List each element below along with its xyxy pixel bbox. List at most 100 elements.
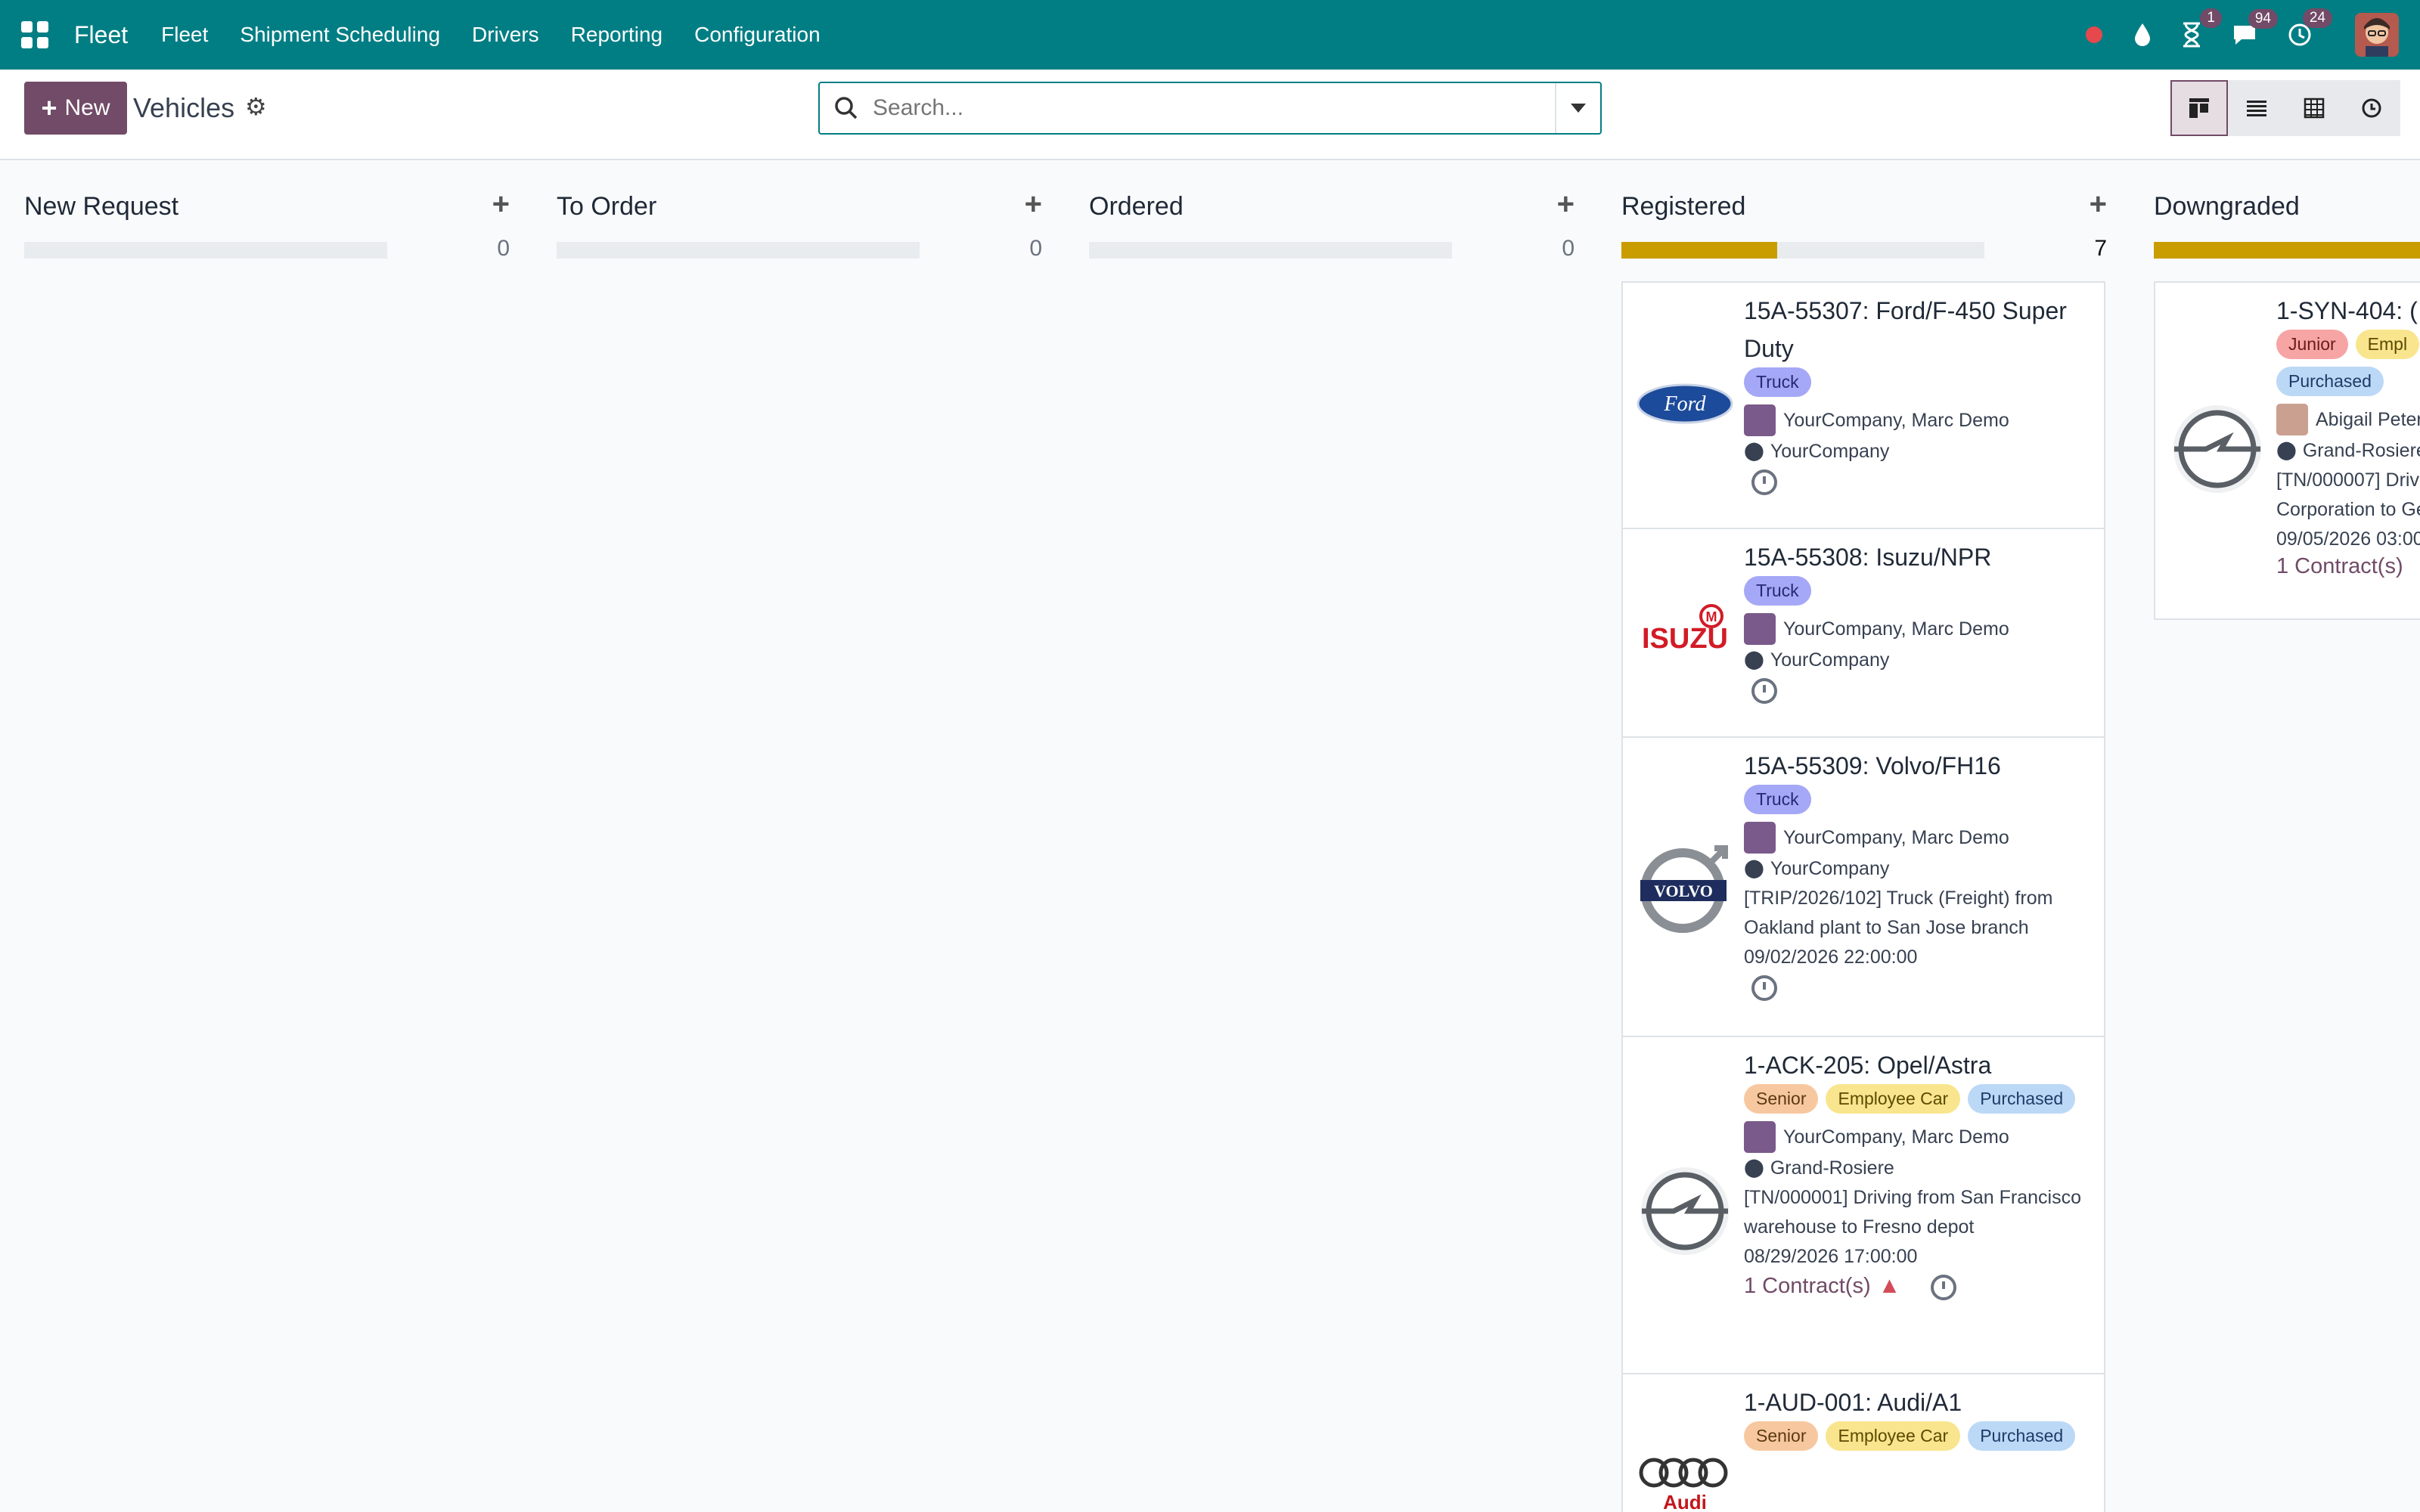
- apps-menu-icon[interactable]: [21, 21, 48, 48]
- card-driver: Abigail Peter: [2276, 404, 2420, 435]
- card-title: 1-AUD-001: Audi/A1: [1744, 1389, 1962, 1416]
- kanban-view-button[interactable]: [2170, 80, 2228, 136]
- menu-shipment-scheduling[interactable]: Shipment Scheduling: [240, 23, 440, 47]
- activity-clock-icon[interactable]: [1931, 1275, 1957, 1300]
- add-plus-icon[interactable]: +: [2090, 187, 2107, 222]
- driver-avatar: [1744, 613, 1776, 645]
- activity-view-button[interactable]: [2343, 80, 2400, 136]
- card-tags: Senior Employee Car Purchased: [1744, 1084, 2096, 1121]
- contracts-link[interactable]: 1 Contract(s) ▲: [1744, 1272, 2096, 1300]
- new-button-label: New: [64, 95, 110, 120]
- activity-hourglass-icon[interactable]: 1: [2181, 8, 2222, 48]
- driver-avatar: [2276, 404, 2308, 435]
- search-input[interactable]: [873, 85, 1555, 131]
- new-button[interactable]: + New: [24, 82, 127, 135]
- column-count: 0: [497, 236, 510, 261]
- card-location: ⬤ YourCompany: [1744, 854, 2096, 884]
- column-progress-bar[interactable]: [1621, 242, 1984, 259]
- vehicle-card[interactable]: 1-ACK-205: Opel/Astra Senior Employee Ca…: [1621, 1036, 2105, 1374]
- user-avatar[interactable]: [2355, 13, 2399, 57]
- caret-down-icon: [1571, 104, 1586, 113]
- svg-text:VOLVO: VOLVO: [1654, 881, 1713, 900]
- menu-reporting[interactable]: Reporting: [571, 23, 662, 47]
- isuzu-logo: M ISUZU: [1632, 597, 1738, 658]
- audi-logo: Audi: [1632, 1450, 1738, 1510]
- card-trip-note: [TN/000001] Driving from San Francisco: [1744, 1187, 2082, 1208]
- column-progress-bar[interactable]: [557, 242, 920, 259]
- card-trip-note: warehouse to Fresno depot: [1744, 1216, 1975, 1238]
- top-navbar: Fleet Fleet Shipment Scheduling Drivers …: [0, 0, 2420, 70]
- activity-clock-icon[interactable]: [1751, 469, 1777, 495]
- tag-senior: Senior: [1744, 1421, 1819, 1451]
- map-marker-icon: ⬤: [1744, 441, 1764, 461]
- menu-fleet[interactable]: Fleet: [161, 23, 208, 47]
- column-progress-bar[interactable]: [1089, 242, 1452, 259]
- breadcrumb: Vehicles: [133, 92, 235, 123]
- vehicle-card[interactable]: M ISUZU 15A-55308: Isuzu/NPR Truck YourCo…: [1621, 528, 2105, 738]
- card-tags: Purchased: [2276, 367, 2420, 404]
- menu-configuration[interactable]: Configuration: [694, 23, 821, 47]
- tag-truck: Truck: [1744, 367, 1811, 397]
- tag-employee-car: Employee Car: [1826, 1421, 1961, 1451]
- column-new-request: New Request + 0: [0, 160, 532, 261]
- add-plus-icon[interactable]: +: [1025, 187, 1042, 222]
- svg-text:ISUZU: ISUZU: [1642, 623, 1728, 654]
- table-icon: [2304, 98, 2325, 119]
- column-count: 0: [1562, 236, 1575, 261]
- column-to-order: To Order + 0: [532, 160, 1065, 261]
- tag-purchased: Purchased: [2276, 367, 2384, 396]
- card-trip-date: 08/29/2026 17:00:00: [1744, 1246, 1918, 1267]
- activity-clock-icon[interactable]: 24: [2287, 8, 2332, 48]
- search-bar: [818, 82, 1602, 135]
- column-progress-bar[interactable]: [24, 242, 387, 259]
- column-title: Ordered: [1089, 192, 1184, 221]
- activity-clock-icon[interactable]: [1751, 975, 1777, 1001]
- tag-junior: Junior: [2276, 330, 2348, 359]
- gear-icon[interactable]: ⚙: [245, 92, 267, 121]
- pivot-view-button[interactable]: [2285, 80, 2343, 136]
- view-switcher: [2170, 80, 2400, 136]
- record-dot-icon[interactable]: [2084, 25, 2104, 45]
- volvo-logo: VOLVO: [1632, 844, 1738, 934]
- opel-logo: [2164, 404, 2270, 494]
- column-title: Registered: [1621, 192, 1746, 221]
- card-tags: Truck: [1744, 785, 2096, 822]
- app-brand[interactable]: Fleet: [74, 21, 128, 49]
- column-progress-bar[interactable]: [2154, 242, 2420, 259]
- svg-text:M: M: [1706, 609, 1717, 624]
- vehicle-card[interactable]: VOLVO 15A-55309: Volvo/FH16 Truck YourCo…: [1621, 736, 2105, 1037]
- drop-icon[interactable]: [2133, 22, 2152, 48]
- search-options-toggle[interactable]: [1555, 83, 1600, 133]
- list-view-button[interactable]: [2228, 80, 2285, 136]
- opel-logo: [1632, 1166, 1738, 1256]
- vehicle-card[interactable]: 1-SYN-404: ( Junior Empl Purchased Abiga…: [2154, 281, 2420, 620]
- card-trip-note: [TRIP/2026/102] Truck (Freight) from: [1744, 888, 2053, 909]
- card-title: 15A-55308: Isuzu/NPR: [1744, 544, 1992, 571]
- card-trip-note: [TN/000007] Driv: [2276, 469, 2419, 491]
- add-plus-icon[interactable]: +: [1557, 187, 1575, 222]
- menu-drivers[interactable]: Drivers: [472, 23, 539, 47]
- column-title: To Order: [557, 192, 657, 221]
- messages-badge: 94: [2248, 9, 2278, 29]
- card-body: 15A-55309: Volvo/FH16 Truck YourCompany,…: [1744, 747, 2096, 1001]
- list-icon: [2247, 101, 2266, 116]
- card-body: 1-ACK-205: Opel/Astra Senior Employee Ca…: [1744, 1046, 2096, 1300]
- activity-clock-icon[interactable]: [1751, 678, 1777, 704]
- search-icon: [835, 97, 858, 119]
- plus-icon: +: [41, 92, 57, 123]
- messages-icon[interactable]: 94: [2231, 9, 2278, 47]
- add-plus-icon[interactable]: +: [492, 187, 510, 222]
- column-header: To Order + 0: [532, 160, 1065, 261]
- contracts-link[interactable]: 1 Contract(s): [2276, 554, 2420, 579]
- card-body: 1-SYN-404: ( Junior Empl Purchased Abiga…: [2276, 292, 2420, 579]
- card-title: 15A-55309: Volvo/FH16: [1744, 752, 2001, 779]
- column-header: New Request + 0: [0, 160, 532, 261]
- card-location: ⬤ Grand-Rosiere: [1744, 1153, 2096, 1183]
- vehicle-card[interactable]: Audi 1-AUD-001: Audi/A1 Senior Employee …: [1621, 1373, 2105, 1512]
- card-tags: Senior Employee Car Purchased: [1744, 1421, 2096, 1458]
- vehicle-card[interactable]: Ford 15A-55307: Ford/F-450 Super Duty Tr…: [1621, 281, 2105, 529]
- card-driver: YourCompany, Marc Demo: [1744, 822, 2096, 854]
- card-driver: YourCompany, Marc Demo: [1744, 613, 2096, 645]
- card-driver: YourCompany, Marc Demo: [1744, 1121, 2096, 1153]
- card-tags: Truck: [1744, 576, 2096, 613]
